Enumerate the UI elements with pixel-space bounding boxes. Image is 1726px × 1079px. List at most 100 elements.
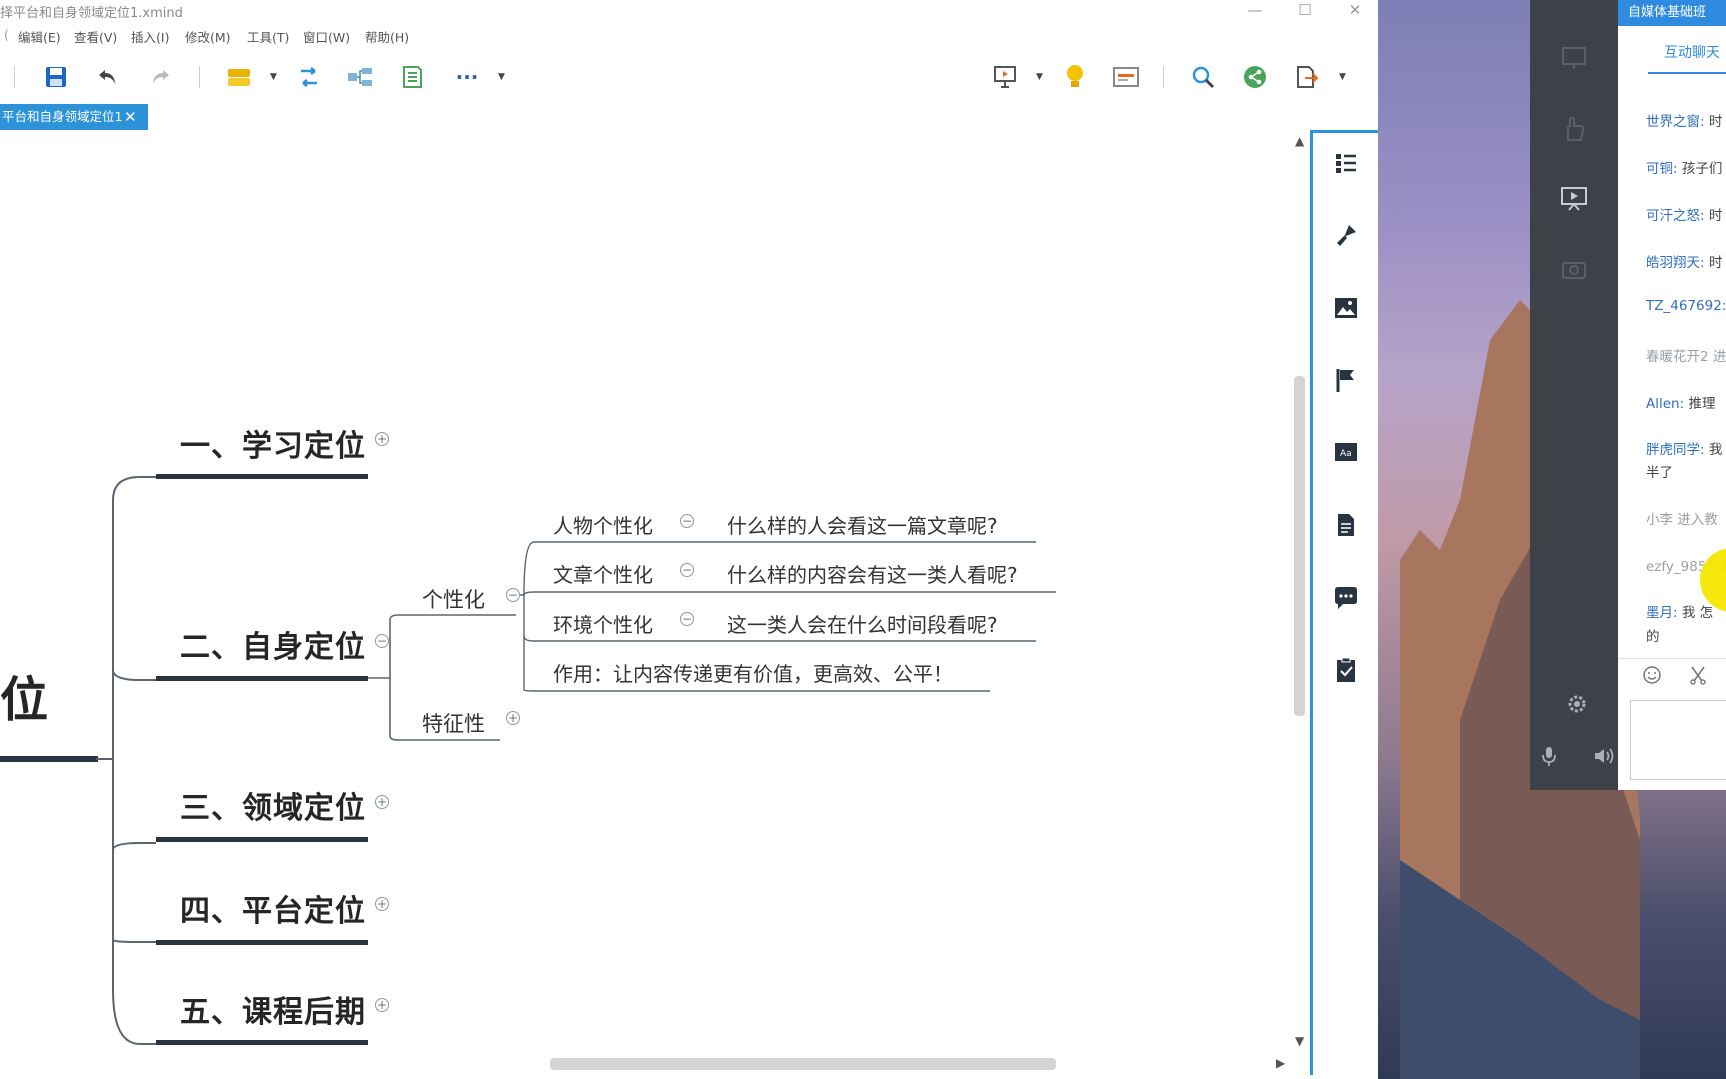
- search-icon[interactable]: [1188, 62, 1218, 92]
- chat-system-message: 小李 进入教: [1646, 512, 1718, 528]
- branch-topic[interactable]: 四、平台定位: [180, 886, 366, 930]
- personalization-topic[interactable]: 个性化: [422, 584, 485, 614]
- chat-input[interactable]: [1630, 700, 1726, 780]
- chat-message: 胖虎同学: 我: [1646, 442, 1723, 458]
- menu-edit[interactable]: 编辑(E): [18, 27, 61, 46]
- save-icon[interactable]: [41, 62, 71, 92]
- child-detail[interactable]: 什么样的人会看这一篇文章呢?: [727, 510, 998, 539]
- scissors-icon[interactable]: [1684, 661, 1712, 689]
- scroll-down-icon[interactable]: ▼: [1295, 1034, 1304, 1048]
- menu-tools[interactable]: 工具(T): [247, 27, 289, 46]
- chat-message: TZ_467692:: [1646, 298, 1726, 314]
- tab-close-icon[interactable]: ✕: [124, 104, 137, 130]
- collapse-icon[interactable]: −: [680, 612, 694, 626]
- branch-underline: [156, 676, 368, 681]
- screen-share-icon[interactable]: [1560, 184, 1588, 212]
- microphone-icon[interactable]: [1535, 742, 1563, 770]
- toolbar: ▼ ··· ▼ ▼ ▼: [0, 52, 1378, 100]
- gantt-icon[interactable]: [1111, 62, 1141, 92]
- tab-strip: 平台和自身领域定位1 ✕: [0, 104, 1378, 133]
- settings-gear-icon[interactable]: [1563, 690, 1591, 718]
- feature-topic[interactable]: 特征性: [422, 708, 485, 738]
- emoji-icon[interactable]: [1638, 661, 1666, 689]
- effect-topic[interactable]: 作用：让内容传递更有价值，更高效、公平！: [553, 658, 953, 687]
- menu-insert[interactable]: 插入(I): [131, 27, 169, 46]
- hand-icon[interactable]: [1560, 115, 1588, 143]
- chat-message: 可汗之怒: 时: [1646, 208, 1723, 224]
- branch-underline: [156, 940, 368, 945]
- vertical-scrollbar[interactable]: [1294, 376, 1305, 716]
- whiteboard-icon[interactable]: [1560, 44, 1588, 72]
- collapse-icon[interactable]: −: [506, 588, 520, 602]
- chat-system-message: 春暖花开2 进: [1646, 349, 1726, 365]
- scroll-up-icon[interactable]: ▲: [1295, 134, 1304, 148]
- menu-bar: ( 编辑(E) 查看(V) 插入(I) 修改(M) 工具(T) 窗口(W) 帮助…: [4, 27, 410, 46]
- class-title-bar: 自媒体基础班: [1618, 0, 1726, 26]
- collapse-icon[interactable]: −: [680, 514, 694, 528]
- svg-text:Aa: Aa: [1340, 449, 1352, 459]
- file-tab-label: 平台和自身领域定位1: [2, 109, 123, 124]
- presentation-icon[interactable]: [990, 62, 1020, 92]
- chat-message: Allen: 推理: [1646, 396, 1716, 412]
- xmind-window: 择平台和自身领域定位1.xmind — ☐ ✕ ( 编辑(E) 查看(V) 插入…: [0, 0, 1378, 1079]
- outline-panel-icon[interactable]: [1330, 147, 1362, 179]
- marker-flag-icon[interactable]: [1330, 364, 1362, 396]
- expand-icon[interactable]: +: [375, 897, 389, 911]
- central-topic[interactable]: 位: [0, 660, 49, 730]
- chat-message: 世界之窗: 时: [1646, 114, 1723, 130]
- close-button[interactable]: ✕: [1340, 0, 1370, 20]
- chat-message: 墨月: 我 怎: [1646, 605, 1714, 621]
- tab-interactive-chat[interactable]: 互动聊天: [1664, 42, 1720, 62]
- central-underline: [0, 756, 98, 762]
- expand-icon[interactable]: +: [375, 432, 389, 446]
- window-title: 择平台和自身领域定位1.xmind: [0, 6, 183, 21]
- child-topic[interactable]: 文章个性化: [553, 559, 653, 588]
- collapse-icon[interactable]: −: [680, 563, 694, 577]
- class-title: 自媒体基础班: [1628, 5, 1707, 20]
- chat-message-continued: 半了: [1646, 465, 1673, 481]
- expand-icon[interactable]: +: [375, 795, 389, 809]
- branch-topic[interactable]: 五、课程后期: [180, 987, 366, 1031]
- minimize-button[interactable]: —: [1240, 0, 1270, 20]
- child-detail[interactable]: 这一类人会在什么时间段看呢?: [727, 609, 998, 638]
- task-icon[interactable]: [1330, 654, 1362, 686]
- branch-underline: [156, 474, 368, 479]
- branch-topic[interactable]: 一、学习定位: [180, 421, 366, 465]
- chat-message-continued: 的: [1646, 629, 1660, 645]
- branch-underline: [156, 1040, 368, 1045]
- idea-icon[interactable]: [1060, 62, 1090, 92]
- child-topic[interactable]: 环境个性化: [553, 609, 653, 638]
- branch-topic[interactable]: 三、领域定位: [180, 783, 366, 827]
- branch-underline: [156, 837, 368, 842]
- format-brush-icon[interactable]: [1330, 219, 1362, 251]
- menu-help[interactable]: 帮助(H): [365, 27, 409, 46]
- comment-icon[interactable]: [1330, 582, 1362, 614]
- menu-view[interactable]: 查看(V): [74, 27, 117, 46]
- structure-icon[interactable]: [345, 62, 375, 92]
- outline-icon[interactable]: [397, 62, 427, 92]
- expand-icon[interactable]: +: [506, 711, 520, 725]
- relationship-icon[interactable]: [294, 62, 324, 92]
- menu-window[interactable]: 窗口(W): [303, 27, 350, 46]
- image-icon[interactable]: [1330, 292, 1362, 324]
- chat-message: 可铜: 孩子们: [1646, 161, 1723, 177]
- export-icon[interactable]: [1292, 62, 1322, 92]
- chat-message: 皓羽翔天: 时: [1646, 255, 1723, 271]
- speaker-icon[interactable]: [1590, 742, 1618, 770]
- horizontal-scrollbar[interactable]: [550, 1058, 1056, 1070]
- topic-icon[interactable]: [224, 62, 254, 92]
- more-icon[interactable]: ···: [452, 62, 482, 92]
- scroll-right-icon[interactable]: ▶: [1276, 1056, 1285, 1070]
- expand-icon[interactable]: +: [375, 998, 389, 1012]
- notes-icon[interactable]: [1330, 509, 1362, 541]
- child-detail[interactable]: 什么样的内容会有这一类人看呢?: [727, 559, 1018, 588]
- camera-icon[interactable]: [1560, 255, 1588, 283]
- menu-modify[interactable]: 修改(M): [185, 27, 231, 46]
- maximize-button[interactable]: ☐: [1290, 0, 1320, 20]
- redo-icon[interactable]: [145, 62, 175, 92]
- branch-topic[interactable]: 二、自身定位: [180, 622, 366, 666]
- share-icon[interactable]: [1240, 62, 1270, 92]
- undo-icon[interactable]: [93, 62, 123, 92]
- child-topic[interactable]: 人物个性化: [553, 510, 653, 539]
- label-icon[interactable]: Aa: [1330, 436, 1362, 468]
